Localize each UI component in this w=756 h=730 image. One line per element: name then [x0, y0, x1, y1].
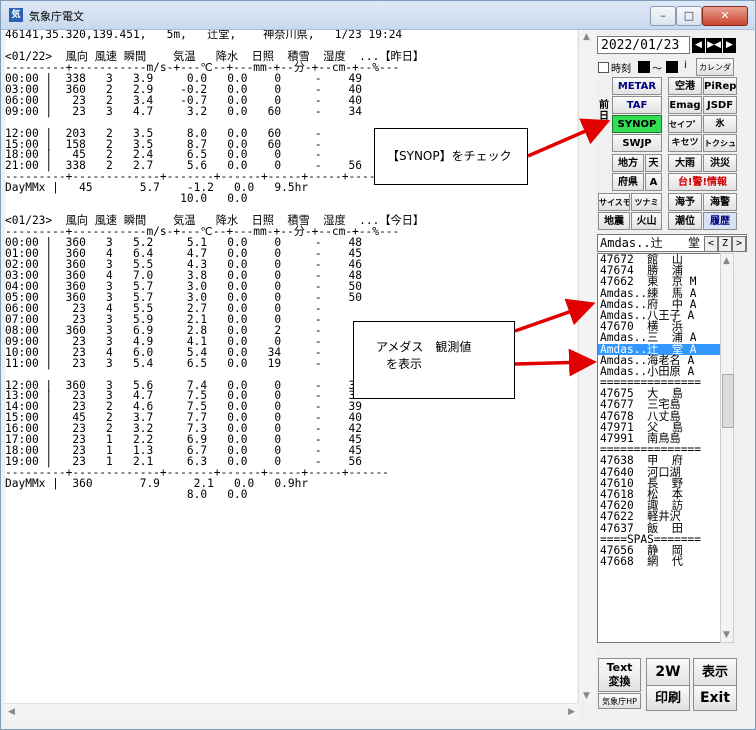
close-button[interactable]: ✕ — [702, 6, 748, 26]
list-next-button[interactable]: > — [732, 236, 746, 252]
minimize-button[interactable]: – — [650, 6, 676, 26]
kazan-button[interactable]: 火山 — [631, 212, 662, 230]
control-panel: 2022/01/23 ◀ ▶◀ ▶ 時刻 〜 i カレンダ 前日 METAR 空… — [596, 30, 755, 720]
list-scroll-down-icon[interactable]: ▼ — [723, 630, 730, 640]
prev-day-icon[interactable]: ◀ — [692, 38, 705, 53]
pirep-button[interactable]: PiRep — [703, 77, 737, 95]
title-bar: 気 気象庁電文 – □ ✕ — [1, 1, 755, 30]
fuken-a-button[interactable]: A — [645, 173, 662, 191]
safety-button[interactable]: セイフ゜ウ — [668, 115, 702, 133]
ooame-button[interactable]: 大雨 — [668, 154, 702, 172]
amedas-annotation: アメダス 観測値 を表示 — [353, 321, 515, 399]
station-list-item[interactable]: Amdas..辻 堂 A — [598, 343, 733, 355]
airport-button[interactable]: 空港 — [668, 77, 702, 95]
next-day-icon[interactable]: ▶ — [723, 38, 736, 53]
amedas-annotation-line1: アメダス 観測値 — [376, 340, 472, 354]
kaikei-button[interactable]: 海警 — [703, 193, 737, 211]
fuken-button[interactable]: 府県 — [612, 173, 644, 191]
app-icon: 気 — [9, 8, 23, 22]
report-horizontal-scrollbar[interactable]: ◀ ▶ — [5, 703, 578, 721]
tilde-label: 〜 — [652, 64, 662, 75]
swjp-button[interactable]: SWJP — [612, 134, 662, 152]
station-list[interactable]: 47672 館 山 47674 勝 浦 47662 東 京 M Amdas..練 馬 … — [597, 253, 734, 643]
scroll-left-icon[interactable]: ◀ — [8, 707, 15, 717]
app-window: 気 気象庁電文 – □ ✕ 46141,35.320,139.451, 5m, … — [0, 0, 756, 730]
station-list-item[interactable]: 47637 飯 田 — [598, 522, 733, 533]
jma-hp-button[interactable]: 気象庁HP — [598, 693, 641, 709]
jishin-button[interactable]: 地震 — [598, 212, 630, 230]
list-z-button[interactable]: Z — [718, 236, 732, 252]
ten-button[interactable]: 天 — [645, 154, 662, 172]
time-to-box[interactable] — [666, 61, 678, 73]
text-convert-label-bottom: 変換 — [608, 675, 631, 688]
text-convert-button[interactable]: Text 変換 — [598, 658, 641, 692]
choui-button[interactable]: 潮位 — [668, 212, 702, 230]
kisetsu-button[interactable]: キセツ — [668, 134, 702, 152]
station-list-item[interactable]: 47677 三宅島 — [598, 399, 733, 410]
station-list-item[interactable]: 47662 東 京 M — [598, 276, 733, 287]
print-button[interactable]: 印刷 — [646, 685, 690, 711]
time-label: 時刻 — [611, 64, 631, 75]
prev-day-label: 前日 — [599, 100, 609, 122]
synop-button[interactable]: SYNOP — [612, 115, 662, 133]
taifu-warning-button[interactable]: 台!警!情報 — [668, 173, 737, 191]
station-search-field[interactable]: Amdas..辻 堂 < Z > — [597, 234, 747, 252]
report-text: 46141,35.320,139.451, 5m, 辻堂, 神奈川県, 1/23… — [5, 30, 577, 501]
tsunami-button[interactable]: ツナミ — [631, 193, 662, 211]
info-icon[interactable]: i — [684, 60, 687, 71]
list-scroll-thumb[interactable] — [722, 374, 734, 428]
kouzui-button[interactable]: 洪災 — [703, 154, 737, 172]
list-scroll-up-icon[interactable]: ▲ — [723, 256, 730, 266]
station-search-text-tail: 堂 — [688, 236, 701, 250]
maximize-button[interactable]: □ — [676, 6, 702, 26]
station-list-item[interactable]: 47622 軽井沢 — [598, 511, 733, 522]
time-checkbox[interactable] — [598, 62, 609, 73]
scroll-right-icon[interactable]: ▶ — [568, 707, 575, 717]
scroll-up-icon[interactable]: ▲ — [583, 32, 590, 42]
tokushu-button[interactable]: トクシュ — [703, 134, 737, 152]
seismo-button[interactable]: サイスモ — [598, 193, 630, 211]
today-icon[interactable]: ▶◀ — [706, 38, 722, 53]
synop-annotation: 【SYNOP】をチェック — [374, 128, 528, 185]
taf-button[interactable]: TAF — [612, 96, 662, 114]
station-search-text: Amdas..辻 — [600, 236, 663, 250]
report-line: 8.0 0.0 — [5, 488, 248, 502]
report-line: 09:00 | 23 3 4.7 3.2 0.0 60 - 34 — [5, 104, 362, 118]
report-vertical-scrollbar[interactable]: ▲ ▼ — [578, 30, 596, 703]
amedas-annotation-line2: を表示 — [386, 357, 423, 371]
station-list-item[interactable]: 47668 網 代 — [598, 556, 733, 567]
scroll-down-icon[interactable]: ▼ — [583, 691, 590, 701]
chiho-button[interactable]: 地方 — [612, 154, 644, 172]
ice-button[interactable]: 氷 — [703, 115, 737, 133]
date-input[interactable]: 2022/01/23 — [597, 36, 690, 54]
station-list-item[interactable]: 47638 甲 府 — [598, 455, 733, 466]
station-list-item[interactable]: Amdas..三 浦 A — [598, 332, 733, 343]
jsdf-button[interactable]: JSDF — [703, 96, 737, 114]
calendar-button[interactable]: カレンダ — [696, 58, 734, 76]
emag-button[interactable]: Emag — [668, 96, 702, 114]
kaiyo-button[interactable]: 海予 — [668, 193, 702, 211]
exit-button[interactable]: Exit — [693, 685, 737, 711]
list-prev-button[interactable]: < — [704, 236, 718, 252]
text-convert-label-top: Text — [606, 661, 633, 674]
time-from-box[interactable] — [638, 61, 650, 73]
report-line: 46141,35.320,139.451, 5m, 辻堂, 神奈川県, 1/23… — [5, 30, 403, 41]
rireki-button[interactable]: 履歴 — [703, 212, 737, 230]
display-button[interactable]: 表示 — [693, 658, 737, 686]
station-list-scrollbar[interactable]: ▲ ▼ — [720, 253, 734, 643]
report-line: 10.0 0.0 — [5, 192, 248, 206]
metar-button[interactable]: METAR — [612, 77, 662, 95]
window-title: 気象庁電文 — [29, 10, 84, 23]
two-w-button[interactable]: 2W — [646, 658, 690, 686]
